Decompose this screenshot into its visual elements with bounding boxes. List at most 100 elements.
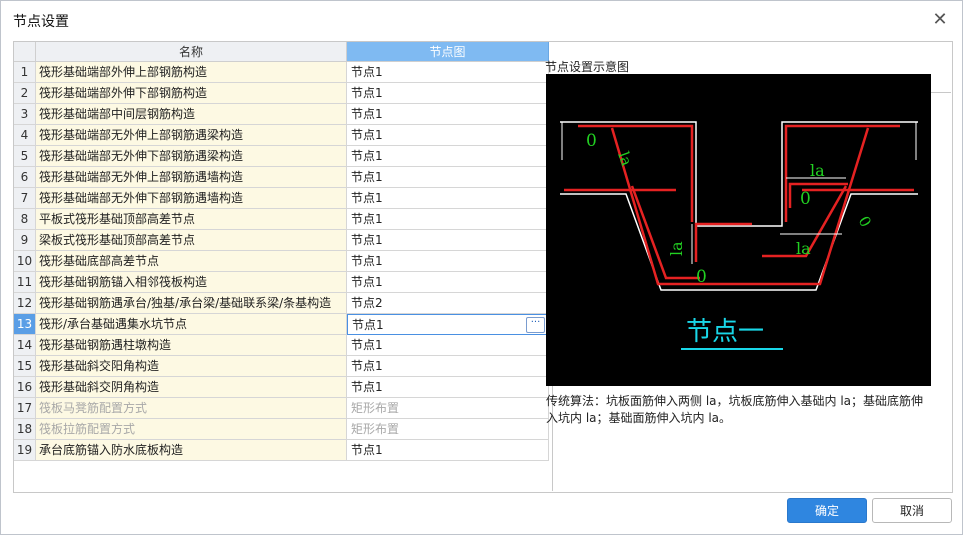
row-node-cell[interactable]: 节点1 — [347, 83, 549, 104]
row-node-cell[interactable]: 矩形布置 — [347, 398, 549, 419]
table-row[interactable]: 16 筏形基础斜交阴角构造 节点1 — [14, 377, 549, 398]
table-row[interactable]: 2 筏形基础端部外伸下部钢筋构造 节点1 — [14, 83, 549, 104]
row-node-cell[interactable]: 节点1 — [347, 104, 549, 125]
row-node-value: 节点1 — [351, 86, 383, 100]
dim-label-a: 0 — [586, 131, 597, 151]
column-header-node[interactable]: 节点图 — [347, 42, 549, 62]
table-row[interactable]: 11 筏形基础钢筋锚入相邻筏板构造 节点1 — [14, 272, 549, 293]
row-node-value: 节点1 — [351, 359, 383, 373]
row-number[interactable]: 15 — [14, 356, 36, 377]
column-header-name[interactable]: 名称 — [36, 42, 347, 62]
row-name-cell: 筏形/承台基础遇集水坑节点 — [36, 314, 347, 335]
row-name-cell: 筏形基础钢筋遇柱墩构造 — [36, 335, 347, 356]
dim-label-h: 0 — [855, 213, 875, 230]
row-node-cell[interactable]: 节点1 — [347, 62, 549, 83]
row-number-header — [14, 42, 36, 62]
row-node-cell[interactable]: 节点1 — [347, 440, 549, 461]
table-row[interactable]: 14 筏形基础钢筋遇柱墩构造 节点1 — [14, 335, 549, 356]
row-number[interactable]: 14 — [14, 335, 36, 356]
row-node-value: 节点1 — [351, 443, 383, 457]
node-diagram-svg: 0 la la 0 la 0 la 0 节点一 — [560, 121, 918, 350]
row-number[interactable]: 6 — [14, 167, 36, 188]
row-node-cell[interactable]: 节点1 — [347, 377, 549, 398]
row-node-cell[interactable]: 节点2 — [347, 293, 549, 314]
preview-label: 节点设置示意图 — [545, 60, 630, 74]
table-row[interactable]: 5 筏形基础端部无外伸下部钢筋遇梁构造 节点1 — [14, 146, 549, 167]
row-number[interactable]: 17 — [14, 398, 36, 419]
dim-label-c: la — [810, 161, 825, 180]
row-node-cell[interactable]: 节点1 — [347, 335, 549, 356]
ok-button[interactable]: 确定 — [787, 498, 867, 523]
row-node-cell[interactable]: 节点1 — [347, 146, 549, 167]
row-number[interactable]: 19 — [14, 440, 36, 461]
row-node-cell[interactable]: 矩形布置 — [347, 419, 549, 440]
row-name-cell: 筏形基础端部无外伸下部钢筋遇梁构造 — [36, 146, 347, 167]
row-number[interactable]: 10 — [14, 251, 36, 272]
row-name-cell: 筏形基础斜交阳角构造 — [36, 356, 347, 377]
node-settings-dialog: 节点设置 ✕ 名称 节点图 1 筏形基础端部外伸上部钢筋构造 节点1 2 筏形基础端部外… — [0, 0, 963, 535]
dim-label-g: la — [796, 239, 811, 258]
table-row[interactable]: 6 筏形基础端部无外伸上部钢筋遇墙构造 节点1 — [14, 167, 549, 188]
table-row[interactable]: 7 筏形基础端部无外伸下部钢筋遇墙构造 节点1 — [14, 188, 549, 209]
row-number[interactable]: 2 — [14, 83, 36, 104]
row-node-cell[interactable]: 节点1 — [347, 230, 549, 251]
rebar-pit-inner-left — [694, 222, 752, 262]
row-node-value: 节点1 — [352, 318, 384, 332]
row-name-cell: 筏形基础端部中间层钢筋构造 — [36, 104, 347, 125]
table-row[interactable]: 19 承台底筋锚入防水底板构造 节点1 — [14, 440, 549, 461]
table-row[interactable]: 18 筏板拉筋配置方式 矩形布置 — [14, 419, 549, 440]
row-number[interactable]: 3 — [14, 104, 36, 125]
row-node-value: 节点1 — [351, 65, 383, 79]
close-icon[interactable]: ✕ — [930, 10, 950, 30]
row-node-cell[interactable]: 节点1 ··· — [347, 314, 549, 335]
row-node-value: 节点1 — [351, 107, 383, 121]
row-number[interactable]: 11 — [14, 272, 36, 293]
title-bar: 节点设置 ✕ — [1, 1, 962, 39]
row-number[interactable]: 8 — [14, 209, 36, 230]
row-name-cell: 筏形基础端部外伸上部钢筋构造 — [36, 62, 347, 83]
row-name-cell: 梁板式筏形基础顶部高差节点 — [36, 230, 347, 251]
dim-label-e: la — [667, 241, 686, 256]
pit-bottom-outline — [560, 193, 918, 291]
table-row[interactable]: 1 筏形基础端部外伸上部钢筋构造 节点1 — [14, 62, 549, 83]
row-node-cell[interactable]: 节点1 — [347, 209, 549, 230]
row-node-value: 节点1 — [351, 191, 383, 205]
row-node-cell[interactable]: 节点1 — [347, 188, 549, 209]
row-node-value: 节点1 — [351, 233, 383, 247]
table-row[interactable]: 17 筏板马凳筋配置方式 矩形布置 — [14, 398, 549, 419]
table-row[interactable]: 3 筏形基础端部中间层钢筋构造 节点1 — [14, 104, 549, 125]
more-options-button[interactable]: ··· — [526, 317, 545, 333]
row-number[interactable]: 1 — [14, 62, 36, 83]
row-node-cell[interactable]: 节点1 — [347, 251, 549, 272]
row-node-cell[interactable]: 节点1 — [347, 125, 549, 146]
row-number[interactable]: 7 — [14, 188, 36, 209]
row-node-value: 节点1 — [351, 380, 383, 394]
table-row[interactable]: 12 筏形基础钢筋遇承台/独基/承台梁/基础联系梁/条基构造 节点2 — [14, 293, 549, 314]
row-number[interactable]: 16 — [14, 377, 36, 398]
row-number[interactable]: 18 — [14, 419, 36, 440]
table-row[interactable]: 10 筏形基础底部高差节点 节点1 — [14, 251, 549, 272]
table-row[interactable]: 8 平板式筏形基础顶部高差节点 节点1 — [14, 209, 549, 230]
table-row[interactable]: 13 筏形/承台基础遇集水坑节点 节点1 ··· — [14, 314, 549, 335]
row-name-cell: 筏形基础端部外伸下部钢筋构造 — [36, 83, 347, 104]
row-node-cell[interactable]: 节点1 — [347, 272, 549, 293]
row-number[interactable]: 9 — [14, 230, 36, 251]
cancel-button[interactable]: 取消 — [872, 498, 952, 523]
row-node-cell[interactable]: 节点1 — [347, 167, 549, 188]
row-node-value: 节点1 — [351, 212, 383, 226]
row-number[interactable]: 12 — [14, 293, 36, 314]
row-name-cell: 筏形基础钢筋遇承台/独基/承台梁/基础联系梁/条基构造 — [36, 293, 347, 314]
row-node-cell[interactable]: 节点1 — [347, 356, 549, 377]
row-name-cell: 筏板拉筋配置方式 — [36, 419, 347, 440]
row-number[interactable]: 5 — [14, 146, 36, 167]
row-name-cell: 承台底筋锚入防水底板构造 — [36, 440, 347, 461]
table-row[interactable]: 15 筏形基础斜交阳角构造 节点1 — [14, 356, 549, 377]
table-row[interactable]: 9 梁板式筏形基础顶部高差节点 节点1 — [14, 230, 549, 251]
row-number[interactable]: 4 — [14, 125, 36, 146]
row-number[interactable]: 13 — [14, 314, 36, 335]
row-node-value: 节点2 — [351, 296, 383, 310]
row-name-cell: 筏形基础斜交阴角构造 — [36, 377, 347, 398]
row-node-value: 矩形布置 — [351, 401, 400, 415]
table-row[interactable]: 4 筏形基础端部无外伸上部钢筋遇梁构造 节点1 — [14, 125, 549, 146]
node-diagram: 0 la la 0 la 0 la 0 节点一 — [546, 74, 931, 386]
